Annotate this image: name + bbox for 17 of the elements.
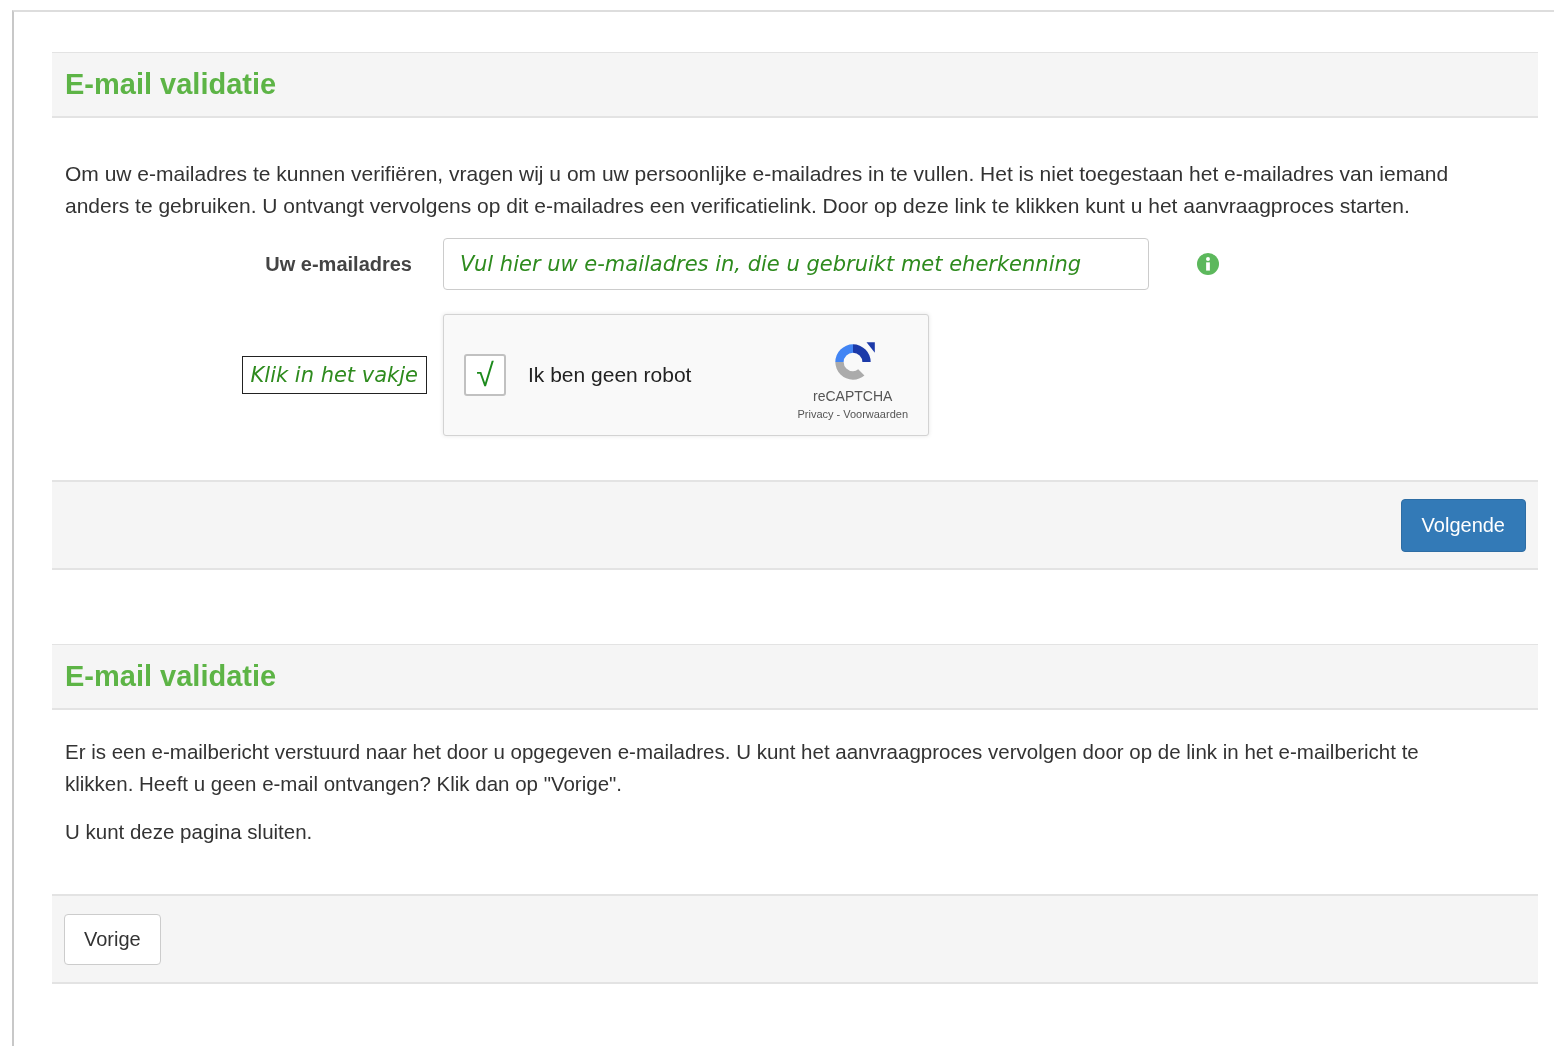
paragraph: Er is een e-mailbericht verstuurd naar het door u opgegeven e-mailadres. U kunt het aanvraagproces vervolgen door op de link in het e-mailbericht te klikken. Heeft u geen e-mail ontvangen? Klik dan op "Vorige". (65, 739, 1420, 797)
field-label: Uw e-mailadres (265, 252, 412, 276)
captcha-label: Ik ben geen robot (528, 363, 692, 387)
section-title: E-mail validatie (65, 660, 277, 693)
captcha-checkbox[interactable]: √ (464, 354, 506, 396)
footer-button[interactable]: Volgende (1400, 498, 1526, 552)
captcha-brand: reCAPTCHA (813, 388, 893, 404)
section-title: E-mail validatie (65, 68, 277, 101)
paragraph: Om uw e-mailadres te kunnen verifiëren, vragen wij u om uw persoonlijke e-mailadres in te vullen. Het is niet toegestaan het e-mailadres van iemand anders te gebruiken. U ontvangt vervolgens op dit e-mailadres een verificatielink. Door op deze link te klikken kunt u het aanvraagproces starten. (65, 161, 1450, 219)
paragraph: U kunt deze pagina sluiten. (65, 819, 314, 845)
email-field[interactable]: Vul hier uw e-mailadres in, die u gebruikt met eherkenning (443, 238, 1149, 290)
info-icon[interactable] (1197, 253, 1219, 275)
captcha-link[interactable]: Voorwaarden (843, 408, 908, 420)
captcha-link[interactable]: Privacy (797, 408, 834, 420)
footer-button[interactable]: Vorige (64, 913, 161, 965)
annotation-label: Klik in het vakje (241, 356, 427, 394)
link-separator: - (836, 408, 841, 420)
